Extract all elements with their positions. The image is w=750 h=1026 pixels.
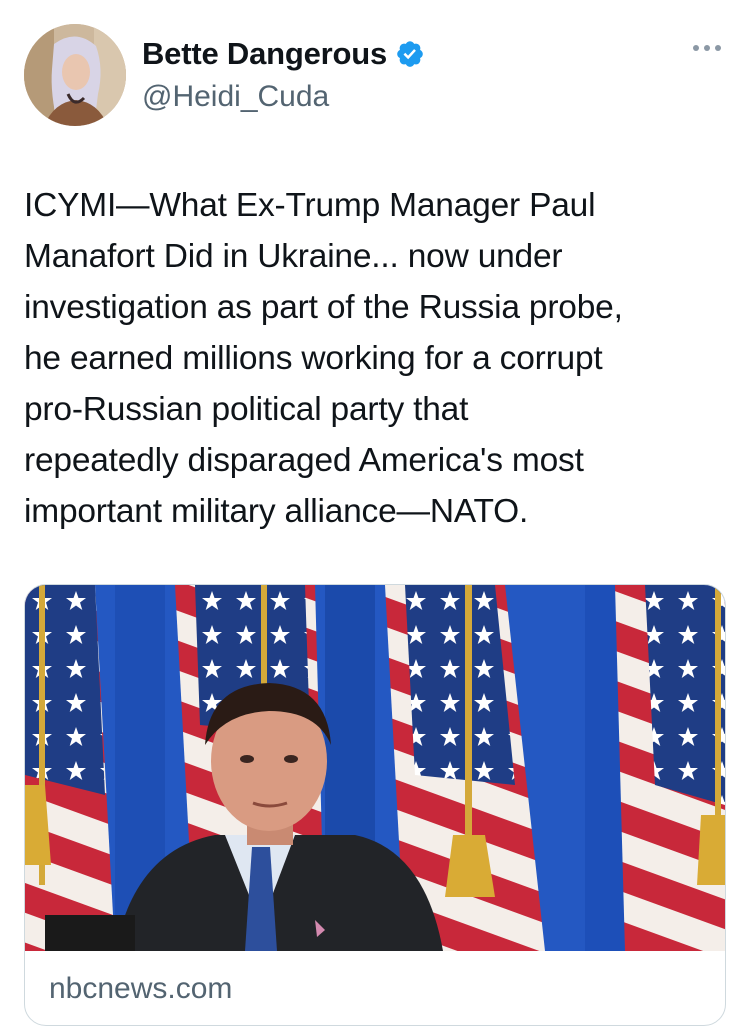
author-handle[interactable]: @Heidi_Cuda: [142, 78, 329, 116]
verified-badge-icon: [395, 39, 425, 69]
author-display-name[interactable]: Bette Dangerous: [142, 34, 387, 74]
more-options-icon: [693, 45, 721, 51]
author-avatar[interactable]: [24, 24, 126, 126]
tweet-text: ICYMI—What Ex-Trump Manager Paul Manafor…: [24, 187, 623, 530]
tweet: Bette Dangerous @Heidi_Cuda ICYMI—What E…: [0, 0, 750, 1026]
author-name-row: Bette Dangerous: [142, 34, 425, 74]
link-card[interactable]: nbcnews.com: [24, 584, 726, 1026]
more-options-button[interactable]: [690, 38, 724, 58]
avatar-photo: [24, 24, 126, 126]
link-card-domain: nbcnews.com: [49, 972, 233, 1005]
link-card-image: [25, 585, 725, 951]
